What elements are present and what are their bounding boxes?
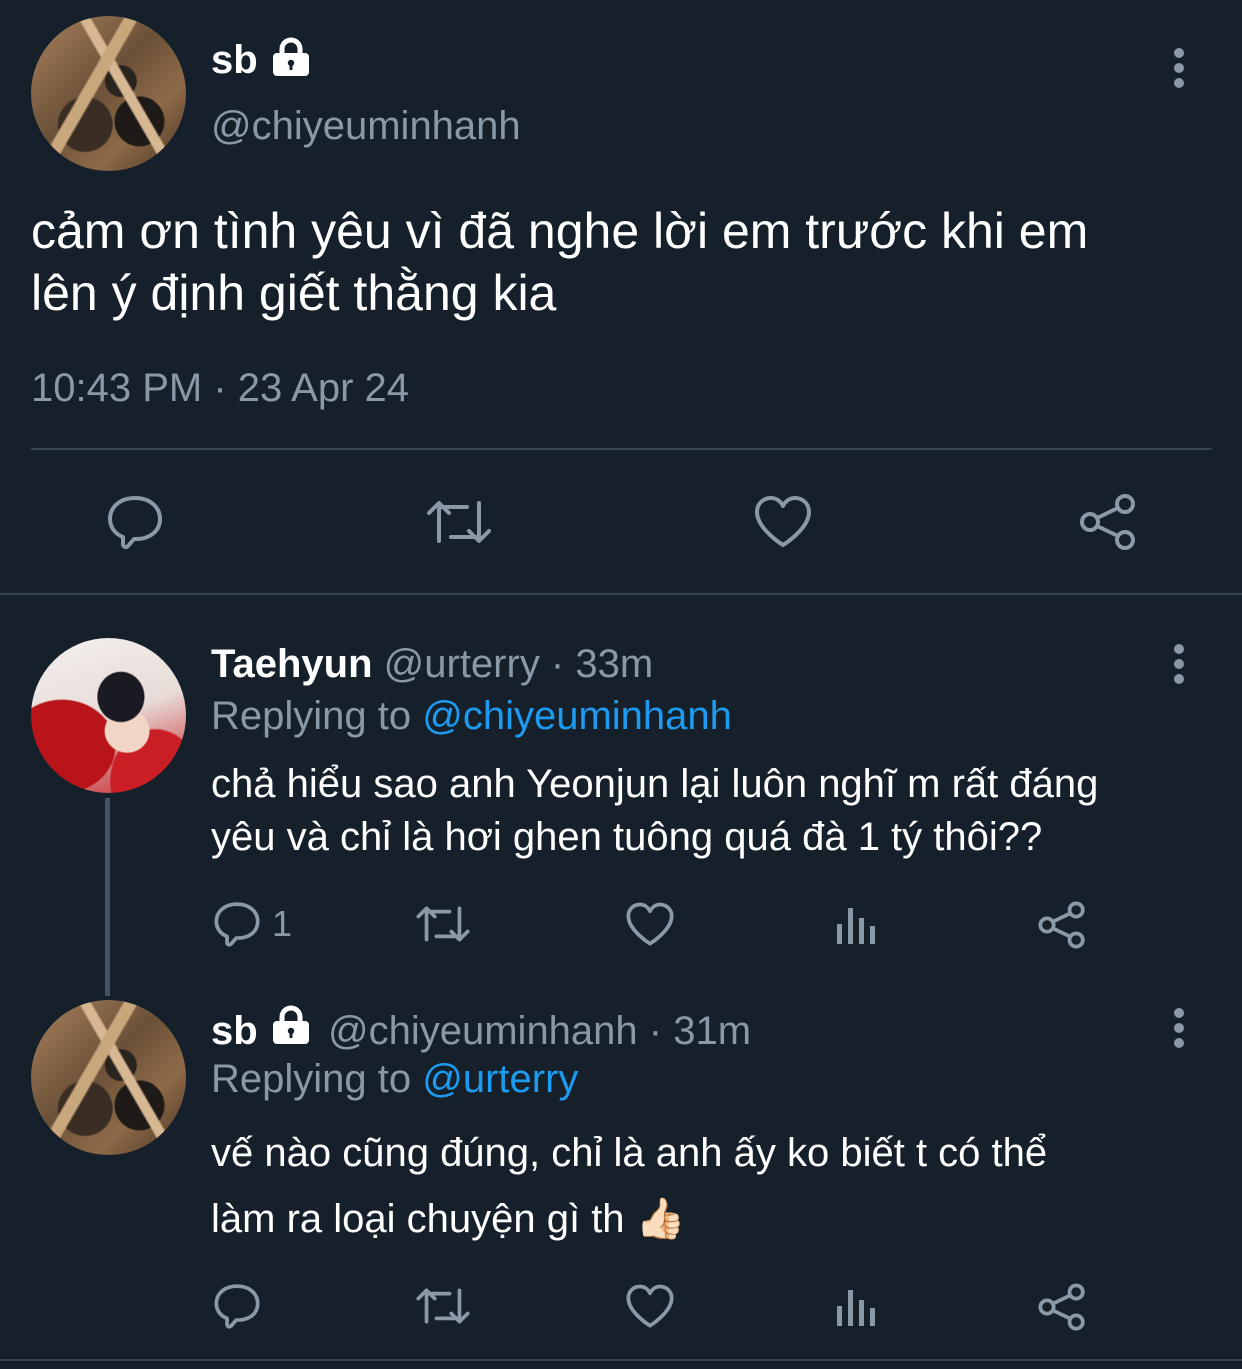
share-icon[interactable]: [1037, 900, 1087, 950]
retweet-icon[interactable]: [415, 1285, 471, 1327]
retweet-icon[interactable]: [425, 497, 493, 547]
reply-text-line: làm ra loại chuyện gì th 👍🏻: [211, 1186, 1047, 1252]
more-icon[interactable]: [1167, 48, 1191, 88]
thumbs-up-emoji: 👍🏻: [635, 1197, 686, 1241]
like-icon[interactable]: [625, 902, 675, 947]
display-name[interactable]: sb: [211, 1009, 258, 1053]
replying-label: Replying to: [211, 1057, 423, 1101]
reply-text-line: yêu và chỉ là hơi ghen tuông quá đà 1 tý…: [211, 815, 1043, 859]
tweet-text: cảm ơn tình yêu vì đã nghe lời em trước …: [31, 200, 1088, 324]
reply-icon[interactable]: [106, 494, 164, 550]
lock-icon: [270, 1005, 312, 1045]
divider: [0, 593, 1242, 595]
reply-text: chả hiểu sao anh Yeonjun lại luôn nghĩ m…: [211, 758, 1098, 864]
author-handle[interactable]: @chiyeuminhanh: [211, 102, 521, 150]
reply-icon[interactable]: [213, 900, 261, 948]
handle-time[interactable]: @chiyeuminhanh · 31m: [328, 1007, 751, 1055]
avatar[interactable]: [31, 638, 186, 793]
tweet-text-line: cảm ơn tình yêu vì đã nghe lời em trước …: [31, 203, 1089, 259]
more-icon[interactable]: [1167, 644, 1191, 684]
thread-line: [105, 798, 110, 996]
like-icon[interactable]: [753, 495, 813, 549]
share-icon[interactable]: [1037, 1282, 1087, 1332]
reply-header: sb: [211, 1007, 258, 1055]
lock-icon: [270, 37, 312, 77]
reply-text-line: chả hiểu sao anh Yeonjun lại luôn nghĩ m…: [211, 762, 1099, 806]
divider: [31, 448, 1212, 450]
replying-to: Replying to @urterry: [211, 1055, 578, 1103]
tweet-text-line: lên ý định giết thằng kia: [31, 265, 557, 321]
views-icon[interactable]: [834, 902, 878, 946]
author-name[interactable]: sb: [211, 36, 258, 84]
mention-link[interactable]: @chiyeuminhanh: [422, 694, 732, 738]
display-name[interactable]: Taehyun: [211, 642, 373, 686]
tweet-timestamp[interactable]: 10:43 PM · 23 Apr 24: [31, 364, 409, 412]
retweet-icon[interactable]: [415, 903, 471, 945]
handle-time[interactable]: @urterry · 33m: [384, 642, 654, 686]
like-icon[interactable]: [625, 1284, 675, 1329]
replying-to: Replying to @chiyeuminhanh: [211, 692, 732, 740]
divider: [0, 1359, 1242, 1361]
reply-count: 1: [272, 903, 293, 944]
replying-label: Replying to: [211, 694, 423, 738]
reply-icon[interactable]: [213, 1282, 261, 1330]
reply-header: Taehyun @urterry · 33m: [211, 640, 653, 688]
mention-link[interactable]: @urterry: [422, 1057, 578, 1101]
avatar[interactable]: [31, 1000, 186, 1155]
reply-text: vế nào cũng đúng, chỉ là anh ấy ko biết …: [211, 1120, 1047, 1252]
more-icon[interactable]: [1167, 1008, 1191, 1048]
reply-text-segment: làm ra loại chuyện gì th: [211, 1197, 625, 1241]
views-icon[interactable]: [834, 1284, 878, 1328]
avatar[interactable]: [31, 16, 186, 171]
reply-text-line: vế nào cũng đúng, chỉ là anh ấy ko biết …: [211, 1131, 1048, 1175]
share-icon[interactable]: [1078, 492, 1138, 552]
display-name: sb: [211, 38, 258, 82]
